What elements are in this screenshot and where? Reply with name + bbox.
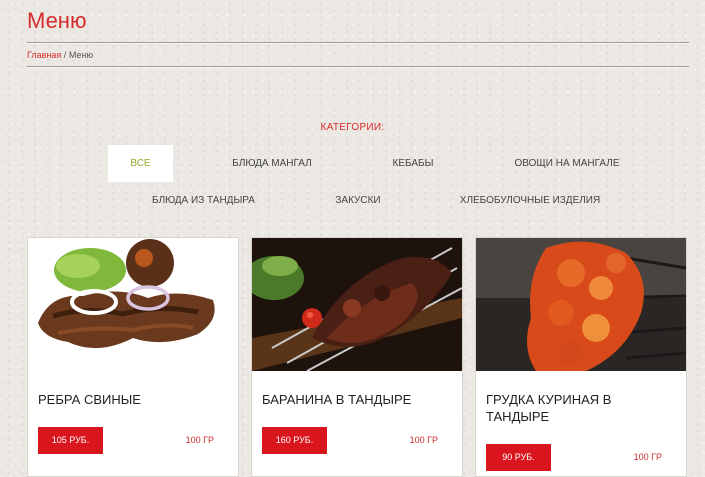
product-name[interactable]: БАРАНИНА В ТАНДЫРЕ <box>262 391 452 408</box>
breadcrumb-current: Меню <box>68 50 94 60</box>
filter-tandoor-dishes[interactable]: БЛЮДА ИЗ ТАНДЫРА <box>137 182 270 219</box>
price-button[interactable]: 160 РУБ. <box>262 427 327 454</box>
product-weight: 100 ГР <box>185 435 214 445</box>
product-card: ГРУДКА КУРИНАЯ В ТАНДЫРЕ 90 РУБ. 100 ГР <box>475 237 687 477</box>
filter-bakery[interactable]: ХЛЕБОБУЛОЧНЫЕ ИЗДЕЛИЯ <box>448 182 612 219</box>
breadcrumb: Главная / Меню <box>27 50 93 60</box>
product-weight: 100 ГР <box>409 435 438 445</box>
product-weight: 100 ГР <box>633 452 662 462</box>
filter-grill-dishes[interactable]: БЛЮДА МАНГАЛ <box>216 145 328 182</box>
product-name[interactable]: РЕБРА СВИНЫЕ <box>38 391 228 408</box>
price-button[interactable]: 90 РУБ. <box>486 444 551 471</box>
categories-heading: КАТЕГОРИИ: <box>320 122 385 133</box>
filter-all[interactable]: ВСЕ <box>108 145 173 182</box>
product-card: РЕБРА СВИНЫЕ 105 РУБ. 100 ГР <box>27 237 239 477</box>
breadcrumb-divider <box>27 66 689 67</box>
product-photo-lamb-tandoor[interactable] <box>252 238 462 371</box>
product-card: БАРАНИНА В ТАНДЫРЕ 160 РУБ. 100 ГР <box>251 237 463 477</box>
price-button[interactable]: 105 РУБ. <box>38 427 103 454</box>
product-name[interactable]: ГРУДКА КУРИНАЯ В ТАНДЫРЕ <box>486 391 676 425</box>
filter-grilled-vegetables[interactable]: ОВОЩИ НА МАНГАЛЕ <box>500 145 634 182</box>
title-divider <box>27 42 689 43</box>
filter-snacks[interactable]: ЗАКУСКИ <box>320 182 396 219</box>
page-title: Меню <box>27 8 87 33</box>
breadcrumb-separator: / <box>63 50 67 60</box>
filter-kebabs[interactable]: КЕБАБЫ <box>376 145 450 182</box>
breadcrumb-home-link[interactable]: Главная <box>27 50 61 60</box>
product-photo-pork-ribs[interactable] <box>28 238 238 371</box>
product-photo-chicken-breast[interactable] <box>476 238 686 371</box>
